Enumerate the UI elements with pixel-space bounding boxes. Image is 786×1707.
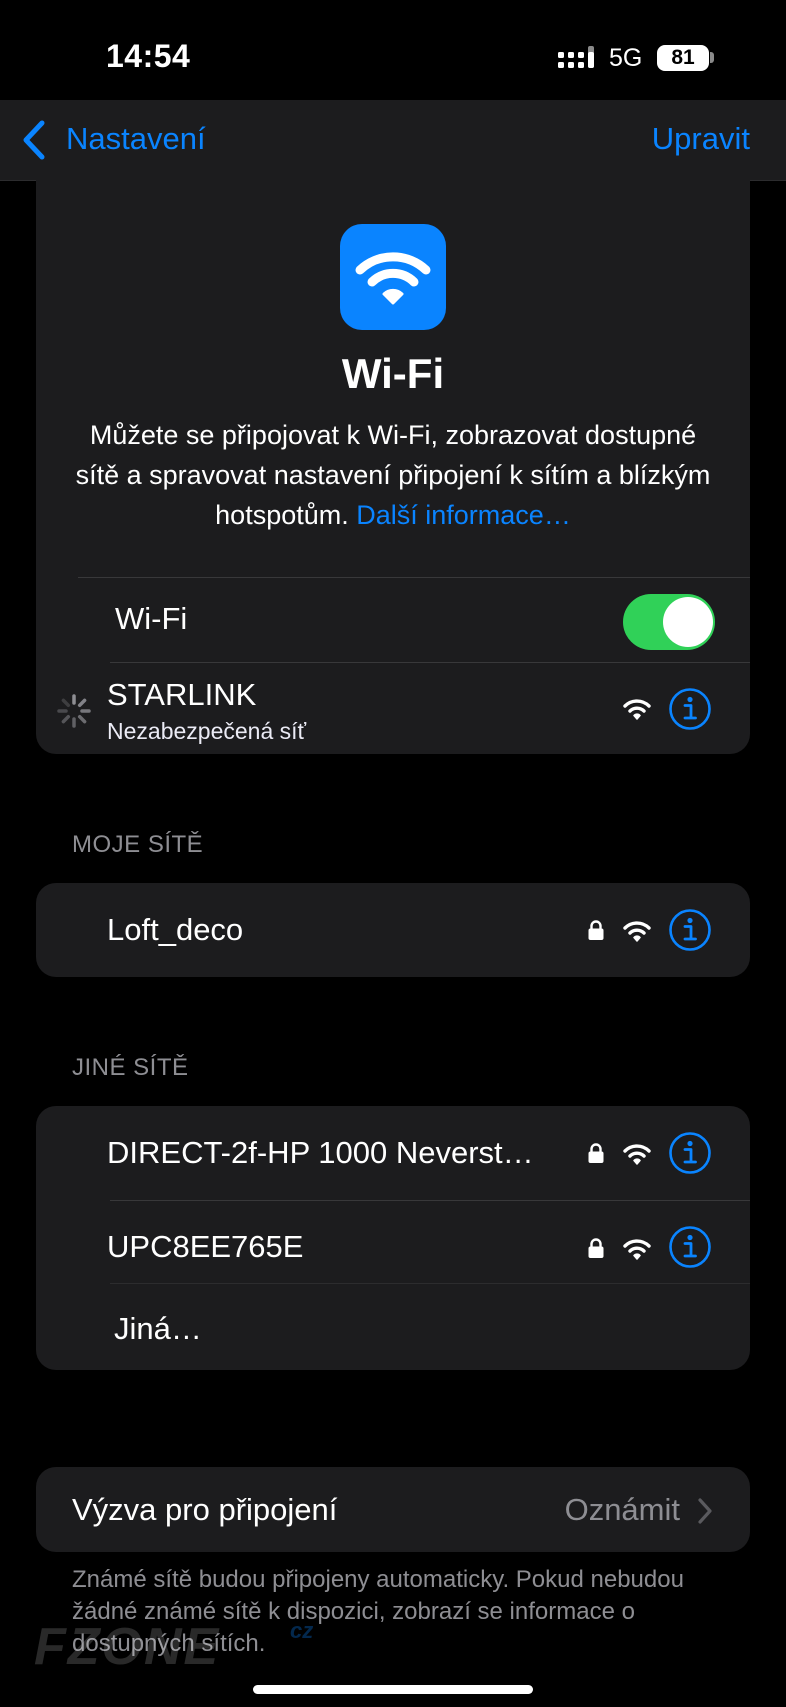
network-name-upc[interactable]: UPC8EE765E [107,1229,303,1265]
watermark-suffix: cz [290,1618,314,1643]
battery-tip [710,52,714,63]
lock-icon [588,1143,604,1163]
wifi-signal-icon [623,699,651,720]
wifi-icon [355,252,431,305]
loading-spinner-icon [57,694,91,728]
divider [110,1200,750,1201]
info-icon[interactable] [668,1131,712,1175]
network-name-direct-hp[interactable]: DIRECT-2f-HP 1000 Neverst… [107,1135,534,1171]
wifi-signal-icon [623,1239,651,1260]
cellular-signal-icon [558,46,594,68]
info-icon[interactable] [668,908,712,952]
other-networks-header: JINÉ SÍTĚ [72,1054,189,1081]
other-network-button[interactable]: Jiná… [114,1311,202,1347]
divider [78,577,750,578]
current-network-name[interactable]: STARLINK [107,677,256,713]
lock-icon [588,920,604,940]
lock-icon [588,1238,604,1258]
info-icon[interactable] [668,687,712,731]
ask-to-join-value: Oznámit [564,1492,680,1527]
status-time: 14:54 [106,38,191,74]
wifi-toggle-knob [663,597,713,647]
ask-to-join-label: Výzva pro připojení [72,1492,338,1527]
watermark-logo: FZONE [34,1618,221,1676]
chevron-right-icon [698,1498,712,1524]
chevron-left-icon[interactable] [20,119,50,161]
divider [110,662,750,663]
learn-more-link[interactable]: Další informace… [356,500,571,530]
wifi-app-icon [340,224,446,330]
network-type: 5G [609,44,643,72]
wifi-toggle-label: Wi-Fi [115,601,188,636]
home-indicator [253,1685,533,1694]
my-networks-header: MOJE SÍTĚ [72,831,204,858]
wifi-description: Můžete se připojovat k Wi-Fi, zobrazovat… [70,415,716,535]
page-title: Wi-Fi [341,350,445,397]
wifi-signal-icon [623,1144,651,1165]
wifi-signal-icon [623,921,651,942]
battery-icon: 81 [657,45,709,71]
divider [110,1283,750,1284]
info-icon[interactable] [668,1225,712,1269]
network-name-loft-deco[interactable]: Loft_deco [107,912,243,948]
back-button[interactable]: Nastavení [66,121,206,157]
current-network-subtitle: Nezabezpečená síť [107,718,307,744]
edit-button[interactable]: Upravit [652,121,750,157]
